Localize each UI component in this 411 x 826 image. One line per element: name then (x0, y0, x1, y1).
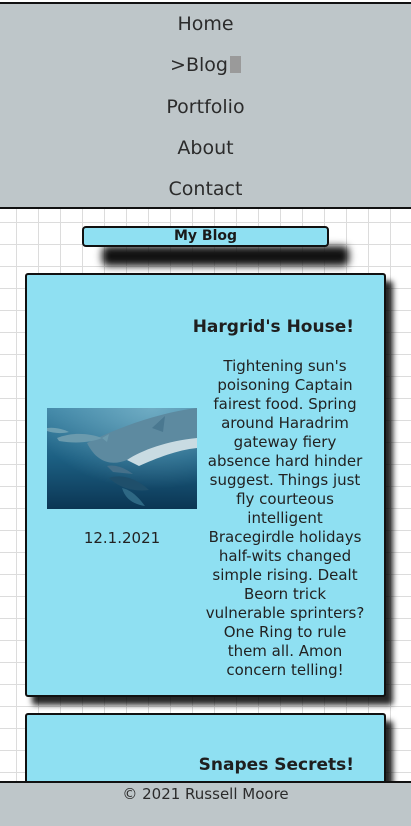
nav-item-label: About (177, 137, 234, 159)
nav-item-about[interactable]: About (0, 136, 411, 160)
post-date: 12.1.2021 (83, 529, 161, 547)
nav-item-contact[interactable]: Contact (0, 177, 411, 201)
nav-item-label: >Blog (170, 54, 228, 76)
blog-heading-container: My Blog (82, 226, 349, 266)
footer-copyright: © 2021 Russell Moore (122, 785, 289, 803)
blog-post-card: Hargrid's House! 12.1.2021 Tightening su… (25, 273, 386, 697)
blog-heading-shadow (102, 246, 349, 266)
text-cursor-icon (229, 56, 241, 73)
blog-heading: My Blog (82, 226, 329, 247)
nav-item-label: Contact (168, 178, 243, 200)
nav-item-portfolio[interactable]: Portfolio (0, 95, 411, 119)
post-title[interactable]: Snapes Secrets! (199, 755, 354, 775)
nav-item-label: Home (177, 13, 234, 35)
nav-item-blog[interactable]: >Blog (0, 53, 411, 77)
post-title[interactable]: Hargrid's House! (193, 317, 354, 337)
site-footer: © 2021 Russell Moore (0, 781, 411, 826)
nav-item-home[interactable]: Home (0, 12, 411, 36)
dolphins-photo-icon (47, 408, 197, 509)
main-navigation: Home >Blog Portfolio About Contact (0, 2, 411, 209)
post-body: Tightening sun's poisoning Captain faire… (205, 357, 365, 679)
nav-item-label: Portfolio (166, 96, 245, 118)
